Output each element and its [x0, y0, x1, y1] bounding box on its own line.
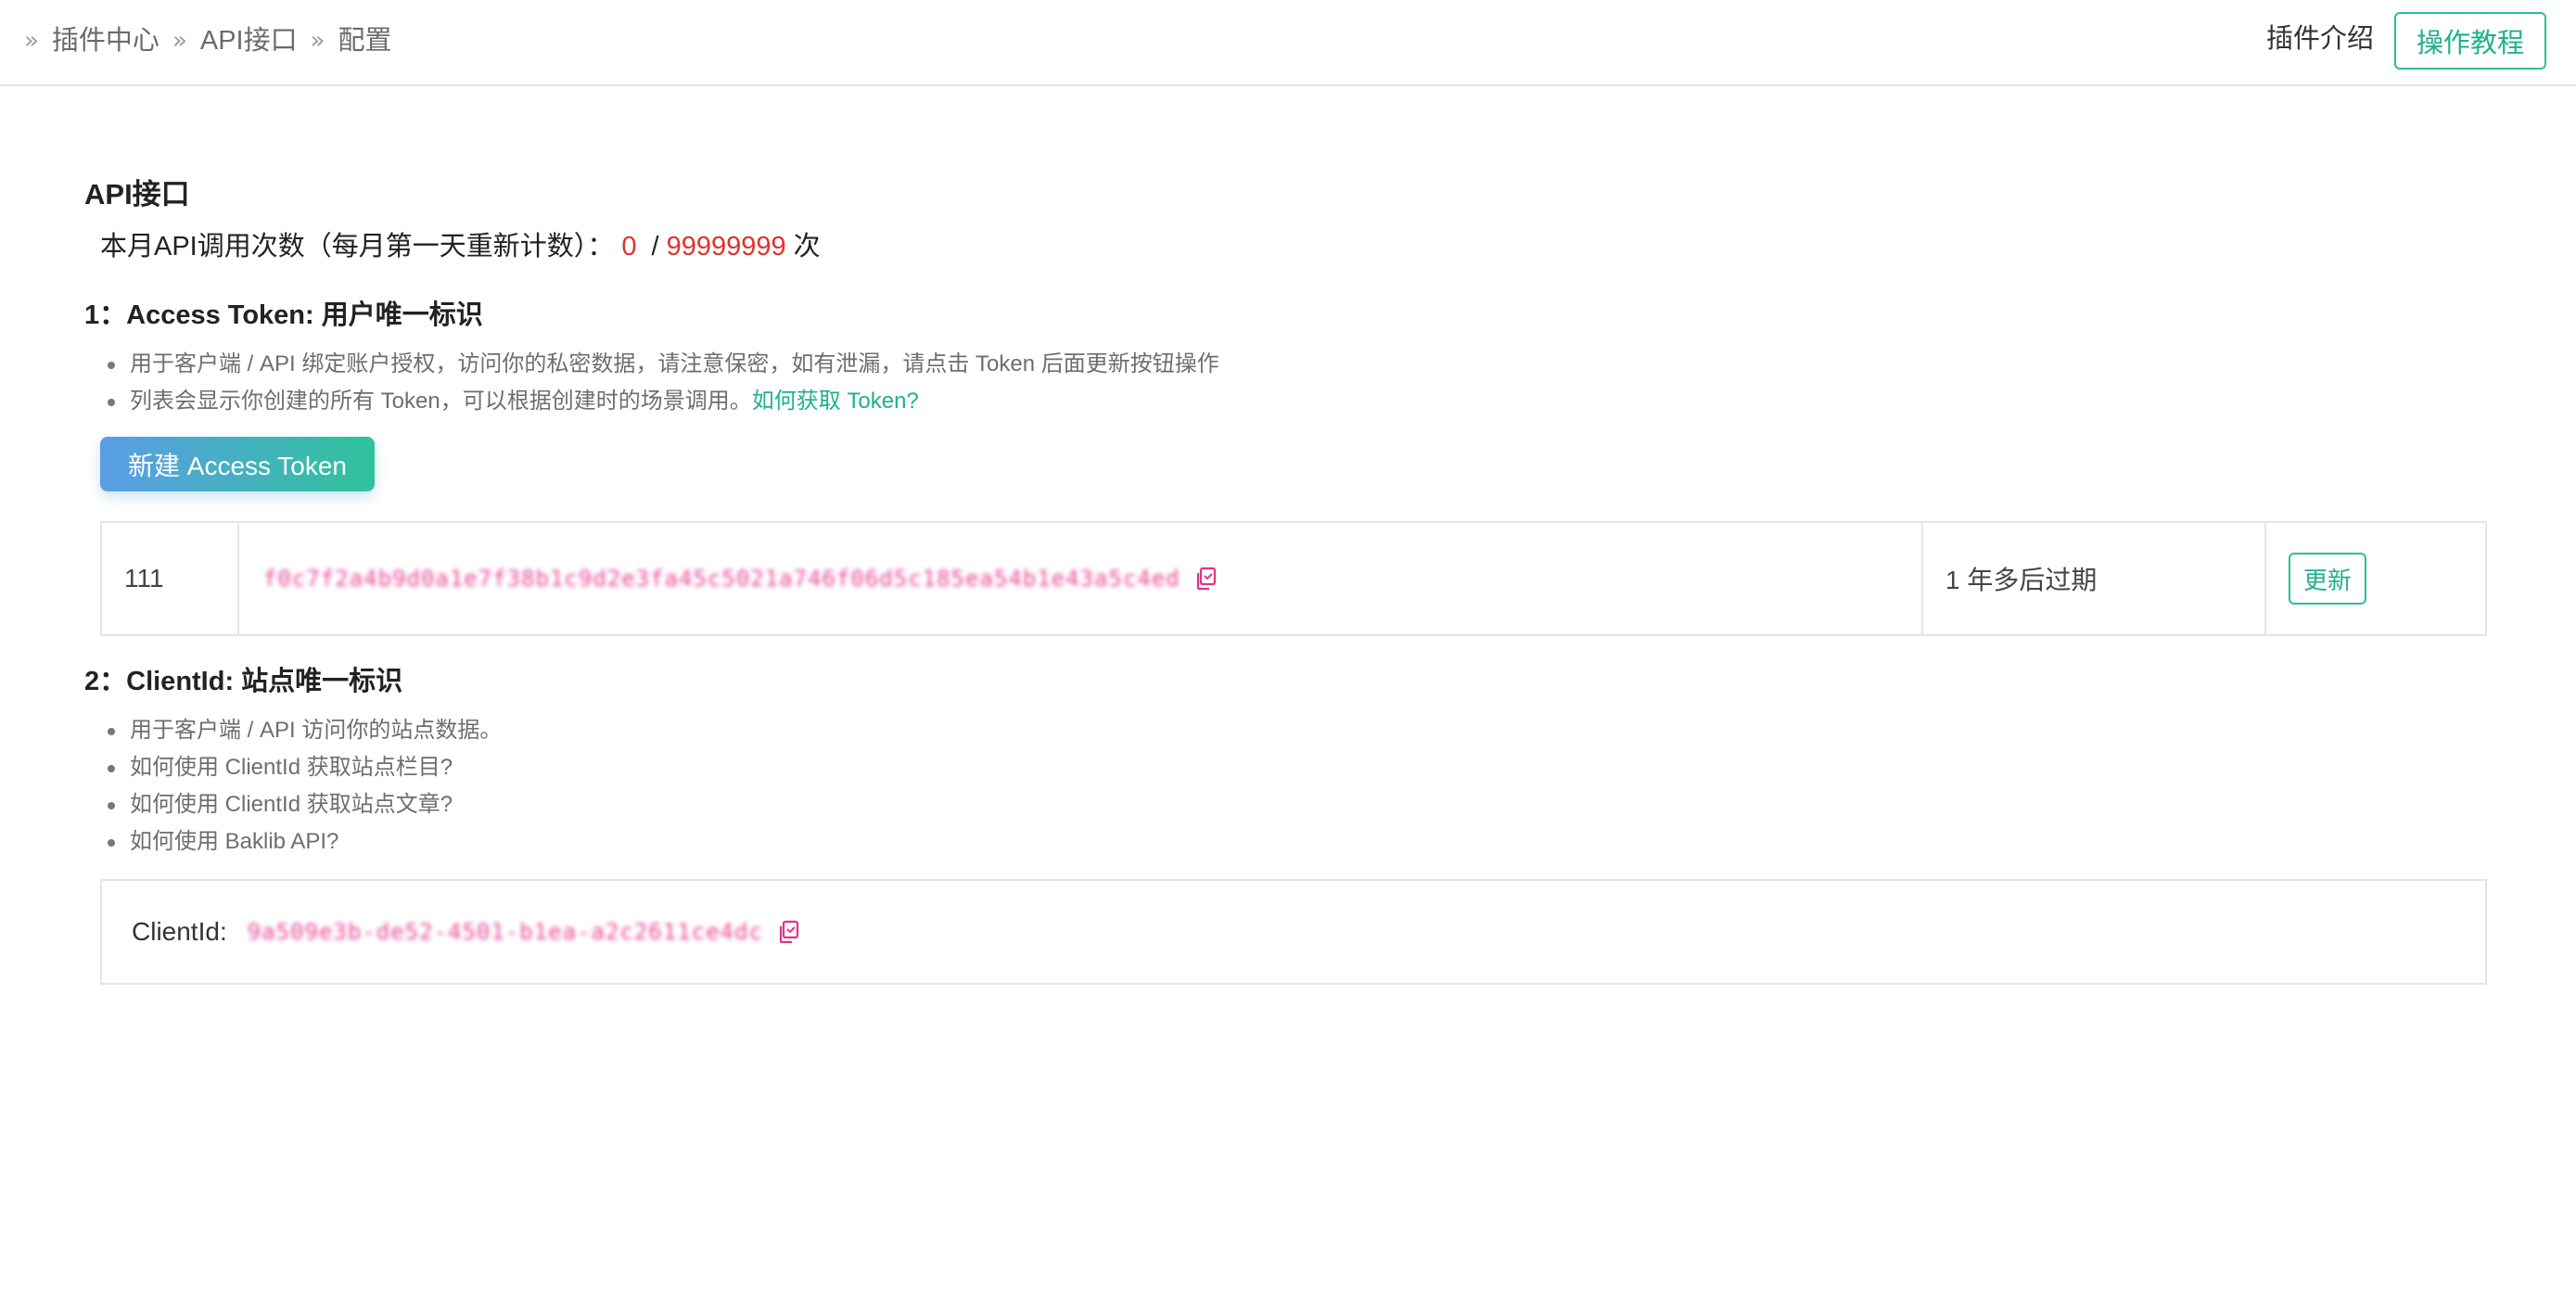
list-item[interactable]: 如何使用 Baklib API? [104, 823, 502, 860]
breadcrumb-item-config: 配置 [338, 25, 392, 56]
token-value-cell: f0c7f2a4b9d0a1e7f38b1c9d2e3fa45c5021a746… [239, 523, 1923, 634]
api-quota-line: 本月API调用次数（每月第一天重新计数）： 0 /99999999 次 [100, 230, 821, 263]
plugin-intro-link[interactable]: 插件介绍 [2266, 22, 2374, 56]
breadcrumb-item-api[interactable]: API接口 [200, 27, 298, 55]
list-item: 列表会显示你创建的所有 Token，可以根据创建时的场景调用。如何获取 Toke… [104, 383, 1219, 420]
copy-icon[interactable] [776, 919, 800, 945]
token-table-row: 111 f0c7f2a4b9d0a1e7f38b1c9d2e3fa45c5021… [100, 521, 2487, 636]
copy-icon[interactable] [1193, 566, 1218, 592]
client-id-value: 9a509e3b-de52-4501-b1ea-a2c2611ce4dc [247, 919, 763, 945]
client-id-section-title: 2：ClientId: 站点唯一标识 [84, 667, 403, 696]
client-id-label: ClientId: [132, 917, 227, 946]
list-item-text: 列表会显示你创建的所有 Token，可以根据创建时的场景调用。 [130, 389, 752, 414]
token-action-cell: 更新 [2266, 523, 2485, 634]
quota-separator: / [651, 232, 659, 261]
quota-limit: 99999999 [666, 232, 786, 261]
list-item: 用于客户端 / API 访问你的站点数据。 [104, 712, 502, 749]
token-name: 111 [102, 523, 239, 634]
list-item[interactable]: 如何使用 ClientId 获取站点文章? [104, 786, 502, 823]
tutorial-button[interactable]: 操作教程 [2394, 12, 2546, 70]
list-item[interactable]: 如何使用 ClientId 获取站点栏目? [104, 749, 502, 786]
list-item: 用于客户端 / API 绑定账户授权，访问你的私密数据，请注意保密，如有泄漏，请… [104, 346, 1219, 383]
access-token-notes: 用于客户端 / API 绑定账户授权，访问你的私密数据，请注意保密，如有泄漏，请… [104, 346, 1219, 420]
breadcrumb: » 插件中心 » API接口 » 配置 [24, 22, 405, 59]
how-to-get-token-link[interactable]: 如何获取 Token? [752, 389, 919, 414]
token-expiry: 1 年多后过期 [1923, 523, 2266, 634]
client-id-notes: 用于客户端 / API 访问你的站点数据。 如何使用 ClientId 获取站点… [104, 712, 502, 860]
new-access-token-button[interactable]: 新建 Access Token [100, 437, 375, 491]
quota-unit: 次 [793, 232, 821, 261]
client-id-box: ClientId: 9a509e3b-de52-4501-b1ea-a2c261… [100, 879, 2487, 985]
quota-label: 本月API调用次数（每月第一天重新计数）： [100, 232, 615, 261]
double-chevron-right-icon: » [172, 27, 187, 55]
breadcrumb-item-plugin-center[interactable]: 插件中心 [52, 27, 159, 55]
top-bar: » 插件中心 » API接口 » 配置 插件介绍 操作教程 [0, 0, 2576, 86]
access-token-section-title: 1：Access Token: 用户唯一标识 [84, 300, 483, 330]
double-chevron-right-icon: » [24, 27, 39, 55]
token-value: f0c7f2a4b9d0a1e7f38b1c9d2e3fa45c5021a746… [263, 566, 1180, 592]
double-chevron-right-icon: » [310, 27, 325, 55]
page-title: API接口 [84, 178, 190, 210]
quota-used: 0 [621, 232, 637, 261]
update-token-button[interactable]: 更新 [2289, 553, 2366, 605]
